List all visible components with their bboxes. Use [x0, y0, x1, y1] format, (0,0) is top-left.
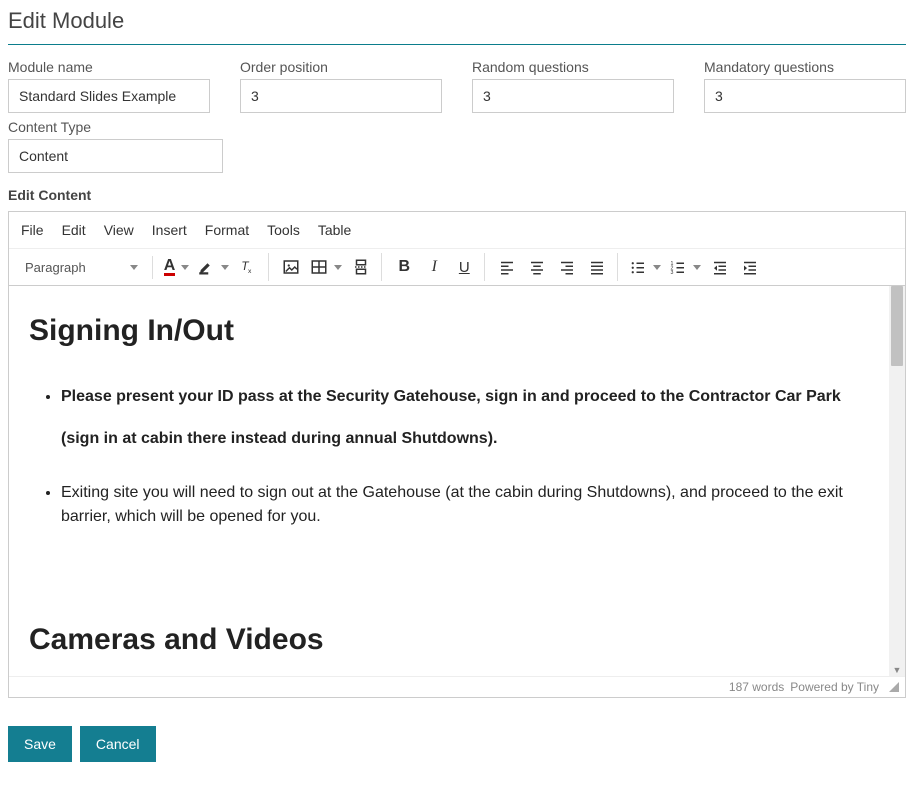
chevron-down-icon: [221, 265, 229, 270]
bullet-list-icon: [629, 258, 647, 276]
field-random-questions: Random questions: [472, 59, 674, 113]
svg-text:x: x: [248, 268, 252, 275]
insert-image-button[interactable]: [277, 253, 305, 281]
menu-table[interactable]: Table: [318, 222, 351, 238]
wordcount[interactable]: 187 words: [729, 680, 784, 694]
input-content-type[interactable]: [8, 139, 223, 173]
label-module-name: Module name: [8, 59, 210, 75]
menu-tools[interactable]: Tools: [267, 222, 300, 238]
content-heading-1: Signing In/Out: [29, 314, 869, 348]
fields-row-2: Content Type: [8, 119, 906, 173]
text-color-button[interactable]: A: [161, 253, 193, 281]
align-right-icon: [558, 258, 576, 276]
label-random-questions: Random questions: [472, 59, 674, 75]
content-bullet-1: Please present your ID pass at the Secur…: [61, 376, 869, 459]
label-order-position: Order position: [240, 59, 442, 75]
clear-formatting-button[interactable]: Tx: [234, 253, 262, 281]
field-mandatory-questions: Mandatory questions: [704, 59, 906, 113]
editor-wrapper: File Edit View Insert Format Tools Table…: [8, 211, 906, 698]
editor-scrollbar[interactable]: ▼: [889, 286, 905, 676]
outdent-button[interactable]: [706, 253, 734, 281]
bold-icon: B: [399, 258, 411, 276]
outdent-icon: [711, 258, 729, 276]
powered-by: Powered by Tiny: [790, 680, 879, 694]
input-mandatory-questions[interactable]: [704, 79, 906, 113]
editor-body-wrap: Signing In/Out Please present your ID pa…: [9, 286, 905, 676]
indent-button[interactable]: [736, 253, 764, 281]
chevron-down-icon: [130, 265, 138, 270]
editor-statusbar: 187 words Powered by Tiny: [9, 676, 905, 697]
table-icon: [310, 258, 328, 276]
label-mandatory-questions: Mandatory questions: [704, 59, 906, 75]
scrollbar-down-button[interactable]: ▼: [891, 664, 903, 676]
cancel-button[interactable]: Cancel: [80, 726, 156, 762]
chevron-down-icon: [653, 265, 661, 270]
content-list: Please present your ID pass at the Secur…: [29, 376, 869, 529]
menu-edit[interactable]: Edit: [62, 222, 86, 238]
align-left-button[interactable]: [493, 253, 521, 281]
highlight-icon: [197, 258, 215, 276]
input-random-questions[interactable]: [472, 79, 674, 113]
align-justify-button[interactable]: [583, 253, 611, 281]
underline-icon: U: [459, 259, 470, 276]
page-break-icon: [352, 258, 370, 276]
editor-menubar: File Edit View Insert Format Tools Table: [9, 212, 905, 249]
italic-button[interactable]: I: [420, 253, 448, 281]
align-right-button[interactable]: [553, 253, 581, 281]
menu-view[interactable]: View: [104, 222, 134, 238]
highlight-color-button[interactable]: [194, 253, 232, 281]
align-center-button[interactable]: [523, 253, 551, 281]
underline-button[interactable]: U: [450, 253, 478, 281]
content-bullet-2: Exiting site you will need to sign out a…: [61, 481, 869, 529]
edit-content-label: Edit Content: [8, 187, 906, 203]
align-center-icon: [528, 258, 546, 276]
action-buttons: Save Cancel: [8, 726, 906, 762]
indent-icon: [741, 258, 759, 276]
page-title: Edit Module: [8, 8, 906, 45]
menu-file[interactable]: File: [21, 222, 44, 238]
scrollbar-thumb[interactable]: [891, 286, 903, 366]
field-order-position: Order position: [240, 59, 442, 113]
svg-text:3: 3: [671, 270, 674, 276]
italic-icon: I: [432, 258, 437, 276]
format-select[interactable]: Paragraph: [17, 256, 146, 279]
page-break-button[interactable]: [347, 253, 375, 281]
input-module-name[interactable]: [8, 79, 210, 113]
editor-content-area[interactable]: Signing In/Out Please present your ID pa…: [9, 286, 889, 676]
align-left-icon: [498, 258, 516, 276]
format-select-label: Paragraph: [25, 260, 86, 275]
chevron-down-icon: [693, 265, 701, 270]
label-content-type: Content Type: [8, 119, 223, 135]
editor-toolbar: Paragraph A Tx: [9, 249, 905, 286]
numbered-list-icon: 123: [669, 258, 687, 276]
clear-format-icon: Tx: [239, 258, 257, 276]
bold-button[interactable]: B: [390, 253, 418, 281]
insert-table-button[interactable]: [307, 253, 345, 281]
image-icon: [282, 258, 300, 276]
fields-row-1: Module name Order position Random questi…: [8, 59, 906, 113]
numbered-list-button[interactable]: 123: [666, 253, 704, 281]
bullet-list-button[interactable]: [626, 253, 664, 281]
content-heading-2: Cameras and Videos: [29, 623, 869, 657]
align-justify-icon: [588, 258, 606, 276]
menu-format[interactable]: Format: [205, 222, 249, 238]
chevron-down-icon: [334, 265, 342, 270]
resize-grip-icon[interactable]: [889, 682, 899, 692]
input-order-position[interactable]: [240, 79, 442, 113]
field-module-name: Module name: [8, 59, 210, 113]
text-color-icon: A: [164, 259, 176, 276]
save-button[interactable]: Save: [8, 726, 72, 762]
chevron-down-icon: [181, 265, 189, 270]
field-content-type: Content Type: [8, 119, 223, 173]
menu-insert[interactable]: Insert: [152, 222, 187, 238]
